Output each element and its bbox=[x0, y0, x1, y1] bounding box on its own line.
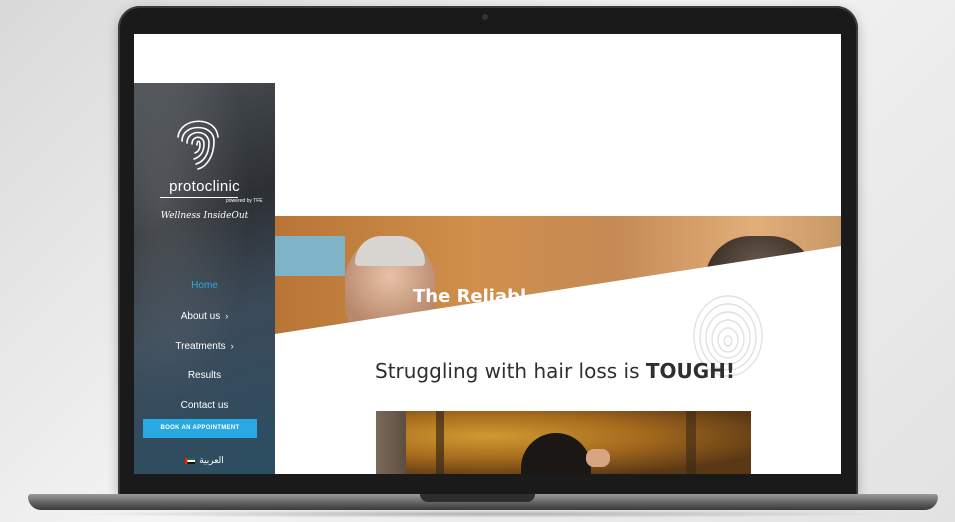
nav-item-contact-us[interactable]: Contact us bbox=[134, 391, 275, 421]
webcam bbox=[482, 14, 488, 20]
nav-item-label: Results bbox=[187, 370, 222, 381]
laptop-base-notch bbox=[420, 494, 535, 502]
nav-item-label: Treatments bbox=[175, 341, 226, 352]
image-tree-trunk bbox=[686, 411, 696, 474]
nav-item-treatments[interactable]: Treatments › bbox=[134, 331, 275, 361]
sidebar: protoclinic powered by TFE Wellness Insi… bbox=[134, 83, 275, 474]
headline-emphasis: TOUGH! bbox=[645, 359, 736, 383]
sidebar-nav: Home About us › Treatments › Results Conta… bbox=[134, 271, 275, 421]
language-label: العربية bbox=[199, 455, 224, 465]
chevron-right-icon: › bbox=[225, 311, 229, 321]
image-tree-trunk bbox=[376, 411, 406, 474]
language-switch[interactable]: العربية bbox=[134, 455, 275, 466]
page-headline: Struggling with hair loss is TOUGH! bbox=[375, 359, 735, 383]
nav-item-label: About us bbox=[180, 311, 221, 322]
brand-name[interactable]: protoclinic bbox=[134, 178, 275, 195]
image-person-hand bbox=[586, 449, 610, 467]
fingerprint-logo-icon[interactable] bbox=[174, 111, 222, 173]
uae-flag-icon bbox=[185, 457, 196, 464]
image-tree-trunk bbox=[436, 411, 444, 474]
laptop-shadow bbox=[60, 510, 900, 518]
image-person-hair bbox=[521, 433, 591, 474]
book-appointment-button[interactable]: BOOK AN APPOINTMENT bbox=[143, 419, 257, 438]
nav-item-label: Home bbox=[191, 280, 218, 291]
chevron-right-icon: › bbox=[230, 341, 234, 351]
nav-item-home[interactable]: Home bbox=[134, 271, 275, 301]
brand-sub: powered by TFE bbox=[226, 198, 263, 204]
nav-item-results[interactable]: Results bbox=[134, 361, 275, 391]
browser-viewport: The Reliabl Struggling with hair loss is… bbox=[134, 34, 841, 474]
headline-text: Struggling with hair loss is bbox=[375, 359, 640, 383]
nav-item-label: Contact us bbox=[180, 400, 229, 411]
feature-image bbox=[376, 411, 751, 474]
nav-item-about-us[interactable]: About us › bbox=[134, 301, 275, 331]
brand-tagline: Wellness InsideOut bbox=[160, 211, 249, 221]
